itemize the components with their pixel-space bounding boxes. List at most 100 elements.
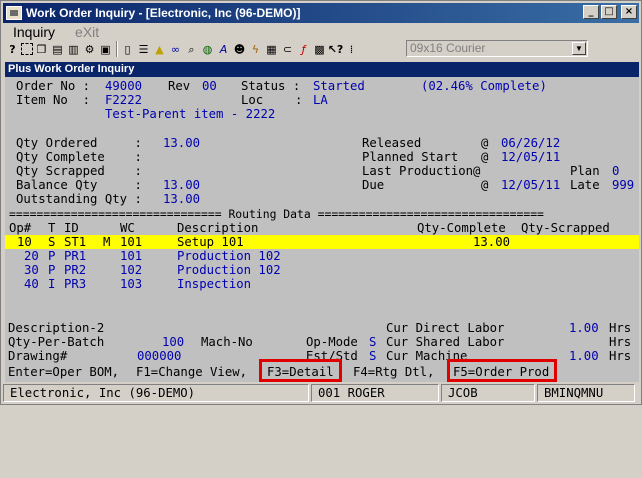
qty-complete-row: Qty Complete : Planned Start @ 12/05/11 (5, 150, 639, 164)
help-question-icon[interactable]: ? (5, 42, 20, 57)
loc-value: LA (313, 93, 328, 107)
minimize-button[interactable]: _ (583, 5, 599, 19)
loc-label: Loc (241, 93, 264, 107)
link-icon[interactable]: ⊂ (280, 42, 295, 57)
document-icon[interactable]: ▯ (120, 42, 135, 57)
window-icon[interactable]: ▣ (98, 42, 113, 57)
qty-ordered-value: 13.00 (163, 136, 201, 150)
chevron-down-icon[interactable]: ▼ (572, 42, 586, 55)
grid-icon[interactable]: ⁞ (344, 42, 359, 57)
row-op: 40 (24, 277, 39, 291)
app-icon[interactable] (6, 6, 22, 20)
warning-icon[interactable]: ▲ (152, 42, 167, 57)
routing-row-selected[interactable]: 10 S ST1 M 101 Setup 101 13.00 (5, 235, 639, 249)
routing-row[interactable]: 30 P PR2 102 Production 102 (5, 263, 639, 277)
op-mode-value: S (369, 335, 377, 349)
print-icon[interactable]: ▥ (66, 42, 81, 57)
planned-start-label: Planned Start (362, 150, 459, 164)
close-button[interactable]: × (621, 5, 637, 19)
loc-colon: : (295, 93, 303, 107)
est-std-value: S (369, 349, 377, 363)
person-icon[interactable]: ☻ (232, 42, 247, 57)
row-wc: 103 (120, 277, 143, 291)
due-label: Due (362, 178, 385, 192)
status-bar: Electronic, Inc (96-DEMO) 001 ROGER JCOB… (3, 384, 641, 404)
row-type: P (48, 249, 56, 263)
calculator-icon[interactable]: ▩ (312, 42, 327, 57)
font-select[interactable]: 09x16 Courier ▼ (406, 40, 588, 57)
item-no-value[interactable]: F2222 (105, 93, 142, 107)
drawing-value: 000000 (137, 349, 182, 363)
title-bar[interactable]: Work Order Inquiry - [Electronic, Inc (9… (3, 3, 639, 23)
function-icon[interactable]: ƒ (296, 42, 311, 57)
qty-complete-label: Qty Complete : (16, 150, 142, 164)
qty-scrapped-label: Qty Scrapped : (16, 164, 142, 178)
col-qty-scrapped: Qty-Scrapped (521, 221, 610, 235)
row-description: Production 102 (177, 249, 281, 263)
select-all-icon[interactable] (21, 43, 33, 55)
status-program: BMINQMNU (537, 384, 635, 402)
hrs-unit: Hrs (609, 349, 632, 363)
col-id: ID (64, 221, 79, 235)
item-desc-row: Test-Parent item - 2222 (5, 107, 639, 121)
due-date: 12/05/11 (501, 178, 561, 192)
row-wc: 102 (120, 263, 143, 277)
col-op: Op# (9, 221, 32, 235)
enter-key[interactable]: Enter=Oper BOM, (8, 365, 119, 379)
menu-inquiry[interactable]: Inquiry (3, 24, 65, 40)
released-at: @ (481, 136, 489, 150)
f1-change-view-key[interactable]: F1=Change View, (136, 365, 247, 379)
list-icon[interactable]: ☰ (136, 42, 151, 57)
row-type: S (48, 235, 56, 249)
menu-exit[interactable]: eXit (65, 24, 109, 40)
copy-icon[interactable]: ❐ (34, 42, 49, 57)
context-help-icon[interactable]: ↖? (328, 42, 344, 57)
f4-rtg-dtl-key[interactable]: F4=Rtg Dtl, (353, 365, 434, 379)
binoculars-icon[interactable]: ∞ (168, 42, 183, 57)
chart-icon[interactable]: ▦ (264, 42, 279, 57)
item-description: Test-Parent item - 2222 (105, 107, 276, 121)
cur-shared-labor-label: Cur Shared Labor (386, 335, 505, 349)
routing-row[interactable]: 40 I PR3 103 Inspection (5, 277, 639, 291)
paste-icon[interactable]: ▤ (50, 42, 65, 57)
row-description: Inspection (177, 277, 252, 291)
qty-ordered-row: Qty Ordered : 13.00 Released @ 06/26/12 (5, 136, 639, 150)
terminal-screen: Order No : 49000 Rev 00 Status : Started… (5, 77, 639, 382)
row-id: PR3 (64, 277, 87, 291)
row-m: M (103, 235, 111, 249)
maximize-button[interactable]: □ (601, 5, 617, 19)
order-no-label: Order No : (16, 79, 91, 93)
item-row: Item No : F2222 Loc : LA (5, 93, 639, 107)
row-wc: 101 (120, 249, 143, 263)
plan-value: 0 (612, 164, 620, 178)
window-title: Work Order Inquiry - [Electronic, Inc (9… (26, 6, 301, 20)
row-id: PR1 (64, 249, 87, 263)
row-description: Setup 101 (177, 235, 244, 249)
outstanding-qty-value: 13.00 (163, 192, 201, 206)
globe-icon[interactable]: ◍ (200, 42, 215, 57)
row-id: PR2 (64, 263, 87, 277)
planned-at: @ (481, 150, 489, 164)
qty-per-batch-label: Qty-Per-Batch (8, 335, 105, 349)
order-no-value[interactable]: 49000 (105, 79, 142, 93)
font-icon[interactable]: A (216, 42, 231, 57)
qty-ordered-label: Qty Ordered : (16, 136, 142, 150)
routing-row[interactable]: 20 P PR1 101 Production 102 (5, 249, 639, 263)
outstanding-qty-label: Outstanding Qty : (16, 192, 142, 206)
plan-label: Plan (570, 164, 600, 178)
late-value: 999 (612, 178, 635, 192)
due-at: @ (481, 178, 489, 192)
row-op: 10 (17, 235, 32, 249)
released-date: 06/26/12 (501, 136, 561, 150)
outstanding-row: Outstanding Qty : 13.00 (5, 192, 639, 206)
balance-row: Balance Qty : 13.00 Due @ 12/05/11 Late … (5, 178, 639, 192)
settings-gear-icon[interactable]: ⚙ (82, 42, 97, 57)
mach-no-label: Mach-No (201, 335, 253, 349)
order-row: Order No : 49000 Rev 00 Status : Started… (5, 79, 639, 93)
status-label: Status : (241, 79, 301, 93)
op-mode-label: Op-Mode (306, 335, 358, 349)
lightning-icon[interactable]: ϟ (248, 42, 263, 57)
highlight-box-f3 (259, 359, 342, 382)
search-icon[interactable]: ⌕ (184, 42, 199, 57)
toolbar-separator (116, 41, 118, 57)
